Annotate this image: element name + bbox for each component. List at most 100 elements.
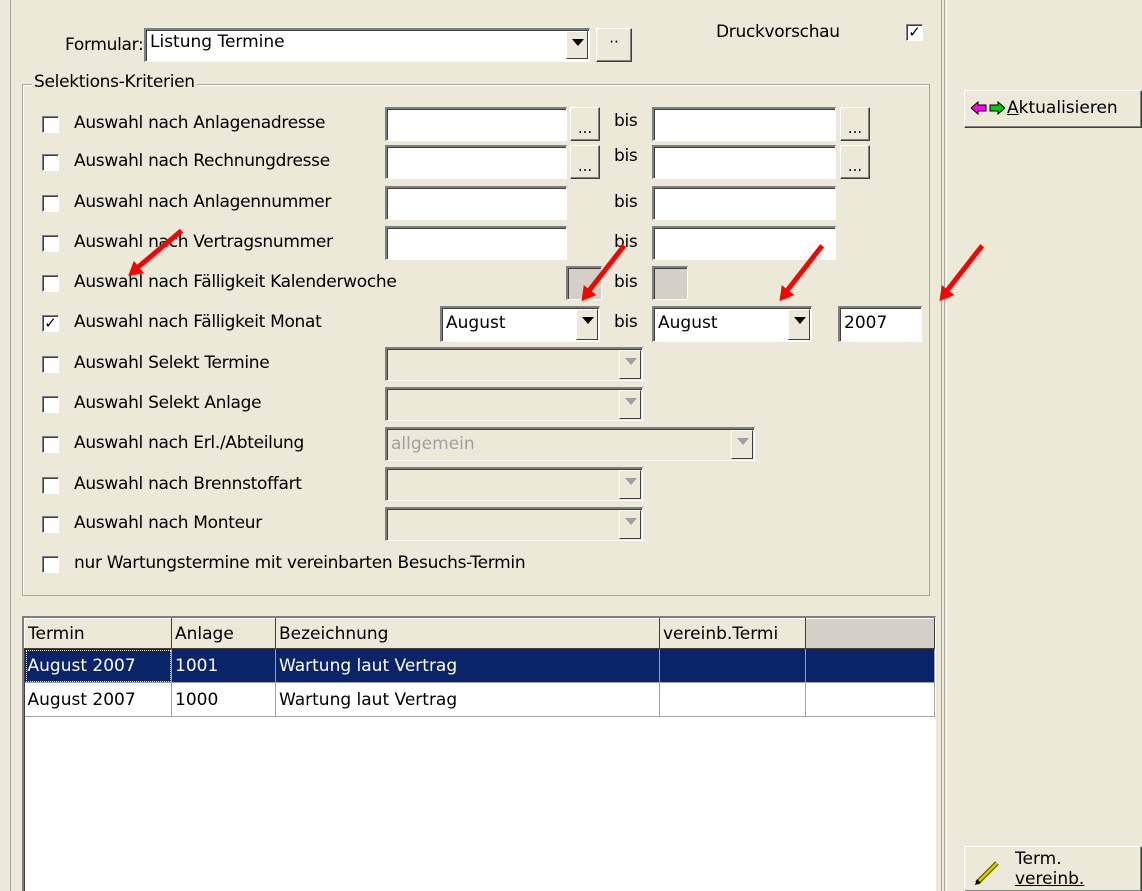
billing-from-browse-button[interactable]: ...	[570, 145, 600, 179]
criteria-checkbox-0[interactable]	[42, 116, 59, 133]
cell-vereinb-termin	[659, 648, 806, 683]
billing-to-input[interactable]	[652, 145, 836, 179]
chevron-down-icon	[731, 430, 753, 459]
bis-label: bis	[614, 146, 638, 166]
criteria-label-11: nur Wartungstermine mit vereinbarten Bes…	[74, 553, 526, 573]
bis-label: bis	[614, 192, 638, 212]
preview-checkbox[interactable]: ✓	[906, 24, 923, 41]
term-vereinb-line2: vereinb.	[1015, 869, 1085, 889]
table-row[interactable]: August 2007 1000 Wartung laut Vertrag	[24, 682, 935, 717]
billing-to-browse-button[interactable]: ...	[840, 145, 870, 179]
form-browse-button[interactable]: ··	[596, 28, 632, 62]
cell-empty	[805, 648, 935, 683]
chevron-down-icon[interactable]	[576, 309, 598, 340]
bis-label: bis	[614, 312, 638, 332]
fitter-combo[interactable]	[385, 507, 643, 541]
criteria-label-6: Auswahl Selekt Termine	[74, 353, 270, 373]
chevron-down-icon[interactable]	[566, 31, 588, 59]
results-grid: Termin Anlage Bezeichnung vereinb.Termi …	[24, 618, 935, 717]
chevron-down-icon	[619, 510, 641, 539]
criteria-checkbox-1[interactable]	[42, 154, 59, 171]
criteria-label-2: Auswahl nach Anlagennummer	[74, 192, 332, 212]
criteria-label-0: Auswahl nach Anlagenadresse	[74, 113, 326, 133]
column-header-empty	[805, 618, 935, 649]
address-from-input[interactable]	[385, 107, 567, 141]
annotation-arrow	[942, 244, 985, 297]
table-row[interactable]: August 2007 1001 Wartung laut Vertrag	[24, 648, 935, 683]
criteria-label-4: Auswahl nach Fälligkeit Kalenderwoche	[74, 272, 397, 292]
term-vereinb-button[interactable]: Term. vereinb.	[964, 846, 1142, 891]
criteria-checkbox-4[interactable]	[42, 275, 59, 292]
table-header: Termin Anlage Bezeichnung vereinb.Termi	[24, 618, 935, 649]
results-table[interactable]: Termin Anlage Bezeichnung vereinb.Termi …	[22, 616, 936, 891]
criteria-label-3: Auswahl nach Vertragsnummer	[74, 232, 333, 252]
address-to-browse-button[interactable]: ...	[840, 107, 870, 141]
cell-empty	[805, 682, 935, 717]
column-header-anlage[interactable]: Anlage	[171, 618, 276, 649]
cell-bezeichnung: Wartung laut Vertrag	[275, 682, 660, 717]
address-from-browse-button[interactable]: ...	[570, 107, 600, 141]
month-to-value: August	[658, 313, 718, 333]
criteria-checkbox-10[interactable]	[42, 516, 59, 533]
chevron-down-icon[interactable]	[788, 309, 810, 340]
cell-anlage: 1000	[171, 682, 276, 717]
address-to-input[interactable]	[652, 107, 836, 141]
criteria-checkbox-7[interactable]	[42, 396, 59, 413]
plant-number-to-input[interactable]	[652, 186, 836, 220]
refresh-label-accel: A	[1007, 98, 1019, 118]
criteria-checkbox-8[interactable]	[42, 436, 59, 453]
criteria-checkbox-11[interactable]	[42, 556, 59, 573]
preview-label: Druckvorschau	[716, 22, 840, 42]
criteria-label-7: Auswahl Selekt Anlage	[74, 393, 262, 413]
billing-from-input[interactable]	[385, 145, 567, 179]
year-value: 2007	[844, 313, 888, 333]
cell-bezeichnung: Wartung laut Vertrag	[275, 648, 660, 683]
plant-number-from-input[interactable]	[385, 186, 567, 220]
contract-from-input[interactable]	[385, 226, 567, 260]
criteria-checkbox-6[interactable]	[42, 356, 59, 373]
month-to-select[interactable]: August	[652, 306, 812, 342]
contract-to-input[interactable]	[652, 226, 836, 260]
form-select-value: Listung Termine	[150, 32, 285, 52]
cell-termin: August 2007	[24, 682, 172, 717]
criteria-checkbox-5[interactable]: ✓	[42, 315, 59, 332]
criteria-checkbox-9[interactable]	[42, 477, 59, 494]
month-from-select[interactable]: August	[440, 306, 600, 342]
criteria-label-1: Auswahl nach Rechnungdresse	[74, 151, 330, 171]
department-value: allgemein	[391, 434, 475, 454]
chevron-down-icon	[619, 470, 641, 499]
bis-label: bis	[614, 272, 638, 292]
refresh-label: ktualisieren	[1018, 98, 1118, 118]
criteria-checkbox-3[interactable]	[42, 235, 59, 252]
criteria-label-5: Auswahl nach Fälligkeit Monat	[74, 312, 322, 332]
week-to-input[interactable]	[652, 266, 688, 300]
form-label: Formular:	[65, 35, 144, 55]
select-anlage-combo[interactable]	[385, 387, 643, 421]
term-vereinb-line1: Term.	[1015, 849, 1062, 869]
column-header-vereinb-termin[interactable]: vereinb.Termi	[659, 618, 806, 649]
pencil-icon	[973, 857, 1003, 891]
refresh-arrows-icon	[971, 101, 1007, 115]
month-from-value: August	[446, 313, 506, 333]
refresh-button[interactable]: Aktualisieren	[964, 90, 1142, 128]
criteria-checkbox-2[interactable]	[42, 195, 59, 212]
criteria-label-8: Auswahl nach Erl./Abteilung	[74, 433, 305, 453]
department-combo[interactable]: allgemein	[385, 427, 755, 461]
bis-label: bis	[614, 111, 638, 131]
cell-anlage: 1001	[171, 648, 276, 683]
selection-group-title: Selektions-Kriterien	[32, 72, 197, 92]
form-select[interactable]: Listung Termine	[144, 28, 590, 62]
right-panel-divider-shadow	[944, 0, 945, 891]
criteria-label-9: Auswahl nach Brennstoffart	[74, 474, 302, 494]
column-header-bezeichnung[interactable]: Bezeichnung	[275, 618, 660, 649]
year-input[interactable]: 2007	[838, 306, 922, 342]
chevron-down-icon	[619, 390, 641, 419]
column-header-termin[interactable]: Termin	[24, 618, 172, 649]
cell-vereinb-termin	[659, 682, 806, 717]
right-panel-divider	[946, 0, 947, 891]
select-termine-combo[interactable]	[385, 347, 643, 381]
cell-termin: August 2007	[24, 648, 172, 683]
chevron-down-icon	[619, 350, 641, 379]
fuel-type-combo[interactable]	[385, 467, 643, 501]
criteria-label-10: Auswahl nach Monteur	[74, 513, 262, 533]
